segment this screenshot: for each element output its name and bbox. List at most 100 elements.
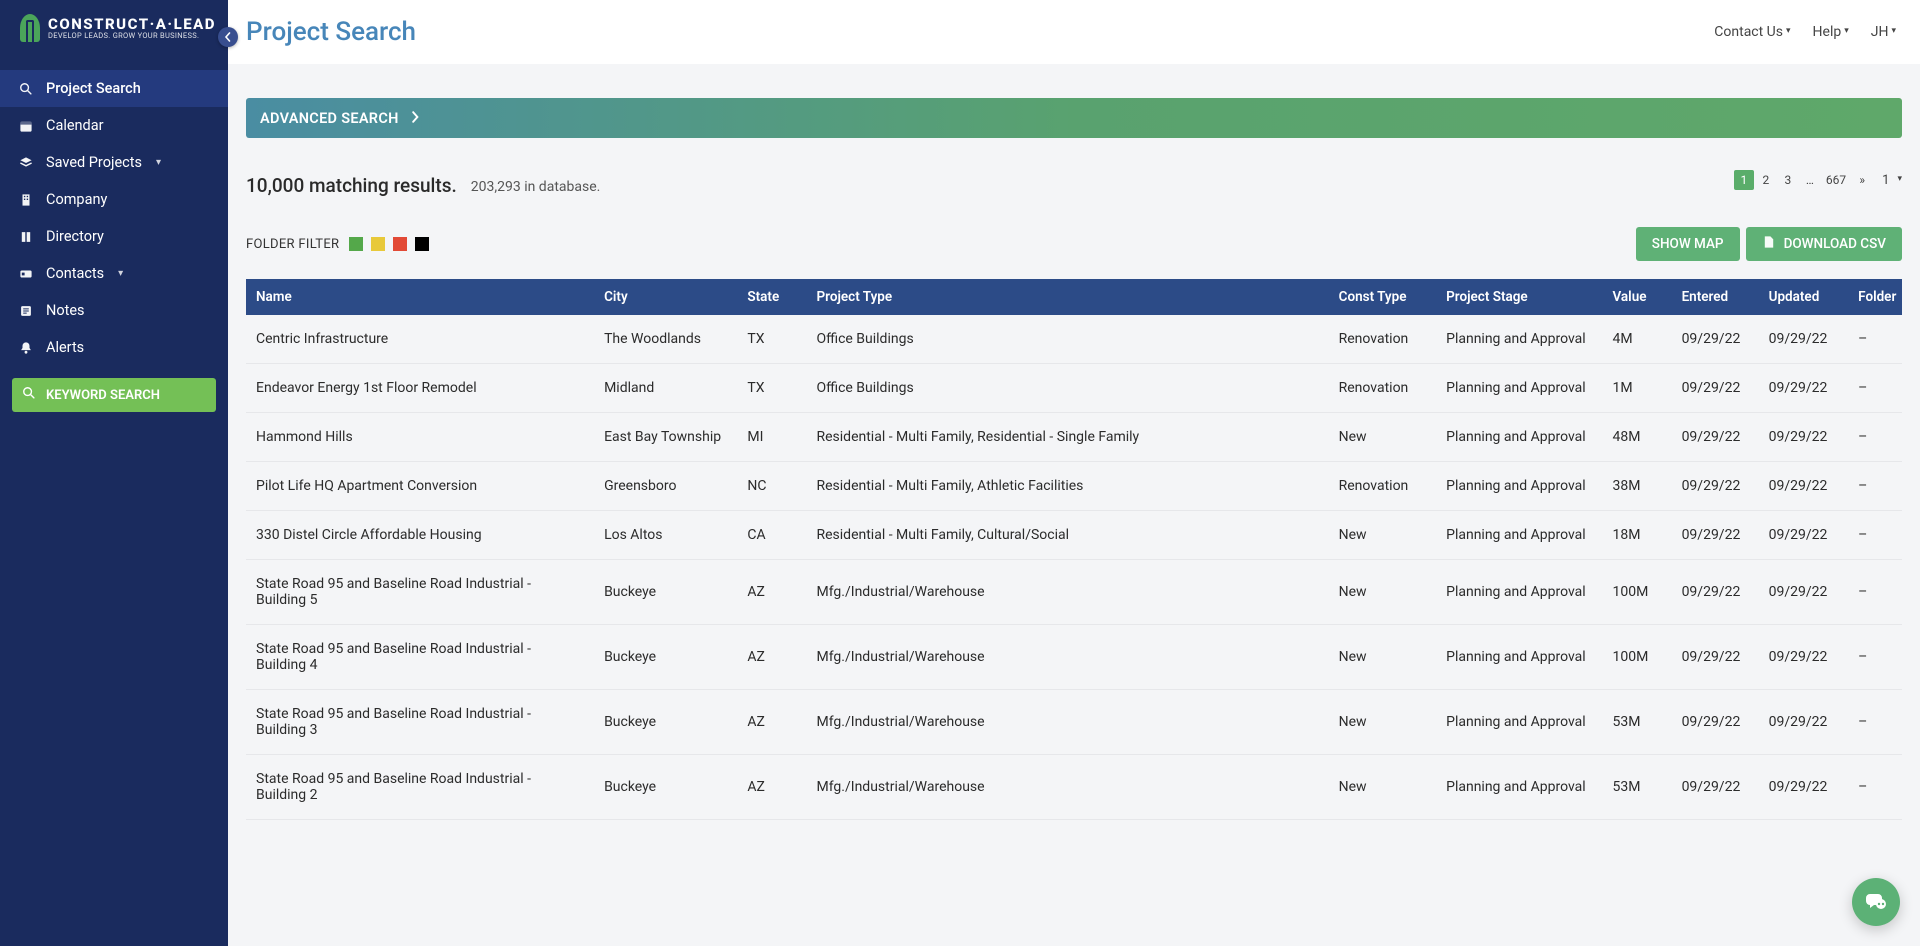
cell-city: Los Altos [594, 511, 737, 560]
bell-icon [18, 341, 34, 355]
col-project-type[interactable]: Project Type [807, 279, 1329, 315]
cell-city: Midland [594, 364, 737, 413]
sidebar-item-company[interactable]: Company [0, 181, 228, 218]
cell-ctype: New [1329, 413, 1436, 462]
projects-table: NameCityStateProject TypeConst TypeProje… [246, 279, 1902, 820]
table-row[interactable]: Hammond HillsEast Bay TownshipMIResident… [246, 413, 1902, 462]
cell-updated: 09/29/22 [1759, 364, 1849, 413]
cell-entered: 09/29/22 [1672, 560, 1759, 625]
page-2[interactable]: 2 [1756, 170, 1776, 190]
cell-stage: Planning and Approval [1436, 755, 1602, 820]
folder-swatch-1[interactable] [371, 237, 385, 251]
note-icon [18, 304, 34, 318]
cell-ptype: Residential - Multi Family, Residential … [807, 413, 1329, 462]
table-row[interactable]: Pilot Life HQ Apartment ConversionGreens… [246, 462, 1902, 511]
cell-name: State Road 95 and Baseline Road Industri… [246, 560, 594, 625]
caret-down-icon: ▾ [1897, 174, 1902, 184]
cell-stage: Planning and Approval [1436, 690, 1602, 755]
show-map-button[interactable]: SHOW MAP [1636, 227, 1740, 261]
cell-folder: – [1848, 755, 1902, 820]
cell-value: 53M [1602, 755, 1671, 820]
sidebar-item-saved-projects[interactable]: Saved Projects▾ [0, 144, 228, 181]
sidebar-item-notes[interactable]: Notes [0, 292, 228, 329]
top-link-jh[interactable]: JH ▾ [1871, 24, 1896, 40]
cell-updated: 09/29/22 [1759, 315, 1849, 364]
col-folder[interactable]: Folder [1848, 279, 1902, 315]
page-1[interactable]: 1 [1734, 170, 1754, 190]
cell-entered: 09/29/22 [1672, 364, 1759, 413]
cell-entered: 09/29/22 [1672, 413, 1759, 462]
sidebar-item-label: Project Search [46, 80, 141, 97]
database-count: 203,293 in database. [471, 179, 601, 197]
table-row[interactable]: State Road 95 and Baseline Road Industri… [246, 690, 1902, 755]
download-csv-button[interactable]: DOWNLOAD CSV [1746, 227, 1902, 261]
cell-name: State Road 95 and Baseline Road Industri… [246, 625, 594, 690]
cell-ctype: New [1329, 755, 1436, 820]
table-row[interactable]: Centric InfrastructureThe WoodlandsTXOff… [246, 315, 1902, 364]
show-map-label: SHOW MAP [1652, 236, 1724, 252]
cell-ptype: Mfg./Industrial/Warehouse [807, 755, 1329, 820]
folder-swatch-0[interactable] [349, 237, 363, 251]
cell-name: Pilot Life HQ Apartment Conversion [246, 462, 594, 511]
sidebar-item-alerts[interactable]: Alerts [0, 329, 228, 366]
book-icon [18, 230, 34, 244]
cell-folder: – [1848, 560, 1902, 625]
table-row[interactable]: State Road 95 and Baseline Road Industri… [246, 755, 1902, 820]
col-project-stage[interactable]: Project Stage [1436, 279, 1602, 315]
cell-ctype: Renovation [1329, 364, 1436, 413]
table-row[interactable]: State Road 95 and Baseline Road Industri… [246, 560, 1902, 625]
page-next[interactable]: » [1852, 170, 1872, 190]
file-download-icon [1762, 235, 1776, 253]
calendar-icon [18, 119, 34, 133]
table-row[interactable]: Endeavor Energy 1st Floor RemodelMidland… [246, 364, 1902, 413]
cell-state: AZ [737, 755, 806, 820]
page-3[interactable]: 3 [1778, 170, 1798, 190]
cell-value: 38M [1602, 462, 1671, 511]
chevron-left-icon [223, 32, 233, 42]
cell-name: Hammond Hills [246, 413, 594, 462]
cell-name: Endeavor Energy 1st Floor Remodel [246, 364, 594, 413]
col-value[interactable]: Value [1602, 279, 1671, 315]
cell-ptype: Mfg./Industrial/Warehouse [807, 625, 1329, 690]
cell-stage: Planning and Approval [1436, 625, 1602, 690]
sidebar-item-label: Directory [46, 228, 104, 245]
folder-filter: FOLDER FILTER [246, 237, 429, 252]
col-const-type[interactable]: Const Type [1329, 279, 1436, 315]
page-select-dropdown[interactable]: 1▾ [1882, 173, 1902, 188]
brand-logo[interactable]: CONSTRUCT·A·LEAD DEVELOP LEADS. GROW YOU… [0, 14, 228, 56]
sidebar-item-label: Alerts [46, 339, 84, 356]
pagination: 123…667» 1▾ [1734, 170, 1902, 190]
caret-down-icon: ▾ [1844, 26, 1849, 36]
folder-swatch-2[interactable] [393, 237, 407, 251]
sidebar-item-project-search[interactable]: Project Search [0, 70, 228, 107]
folder-filter-label: FOLDER FILTER [246, 237, 339, 252]
results-count: 10,000 matching results. [246, 174, 457, 197]
sidebar-item-label: Contacts [46, 265, 104, 282]
sidebar-item-directory[interactable]: Directory [0, 218, 228, 255]
page-ellipsis: … [1800, 170, 1820, 190]
col-name[interactable]: Name [246, 279, 594, 315]
keyword-search-button[interactable]: KEYWORD SEARCH [12, 378, 216, 412]
advanced-search-bar[interactable]: ADVANCED SEARCH [246, 98, 1902, 138]
col-updated[interactable]: Updated [1759, 279, 1849, 315]
stack-icon [18, 156, 34, 170]
table-row[interactable]: State Road 95 and Baseline Road Industri… [246, 625, 1902, 690]
building-icon [18, 193, 34, 207]
cell-state: TX [737, 364, 806, 413]
col-state[interactable]: State [737, 279, 806, 315]
sidebar: CONSTRUCT·A·LEAD DEVELOP LEADS. GROW YOU… [0, 0, 228, 946]
col-entered[interactable]: Entered [1672, 279, 1759, 315]
folder-swatch-3[interactable] [415, 237, 429, 251]
chat-widget[interactable] [1852, 878, 1900, 926]
page-667[interactable]: 667 [1822, 170, 1850, 190]
sidebar-collapse-toggle[interactable] [218, 27, 238, 47]
sidebar-item-contacts[interactable]: Contacts▾ [0, 255, 228, 292]
table-row[interactable]: 330 Distel Circle Affordable HousingLos … [246, 511, 1902, 560]
sidebar-item-calendar[interactable]: Calendar [0, 107, 228, 144]
top-link-contact-us[interactable]: Contact Us ▾ [1714, 24, 1790, 40]
brand-title: CONSTRUCT·A·LEAD [48, 17, 216, 32]
cell-state: AZ [737, 625, 806, 690]
cell-city: East Bay Township [594, 413, 737, 462]
col-city[interactable]: City [594, 279, 737, 315]
top-link-help[interactable]: Help ▾ [1813, 24, 1849, 40]
